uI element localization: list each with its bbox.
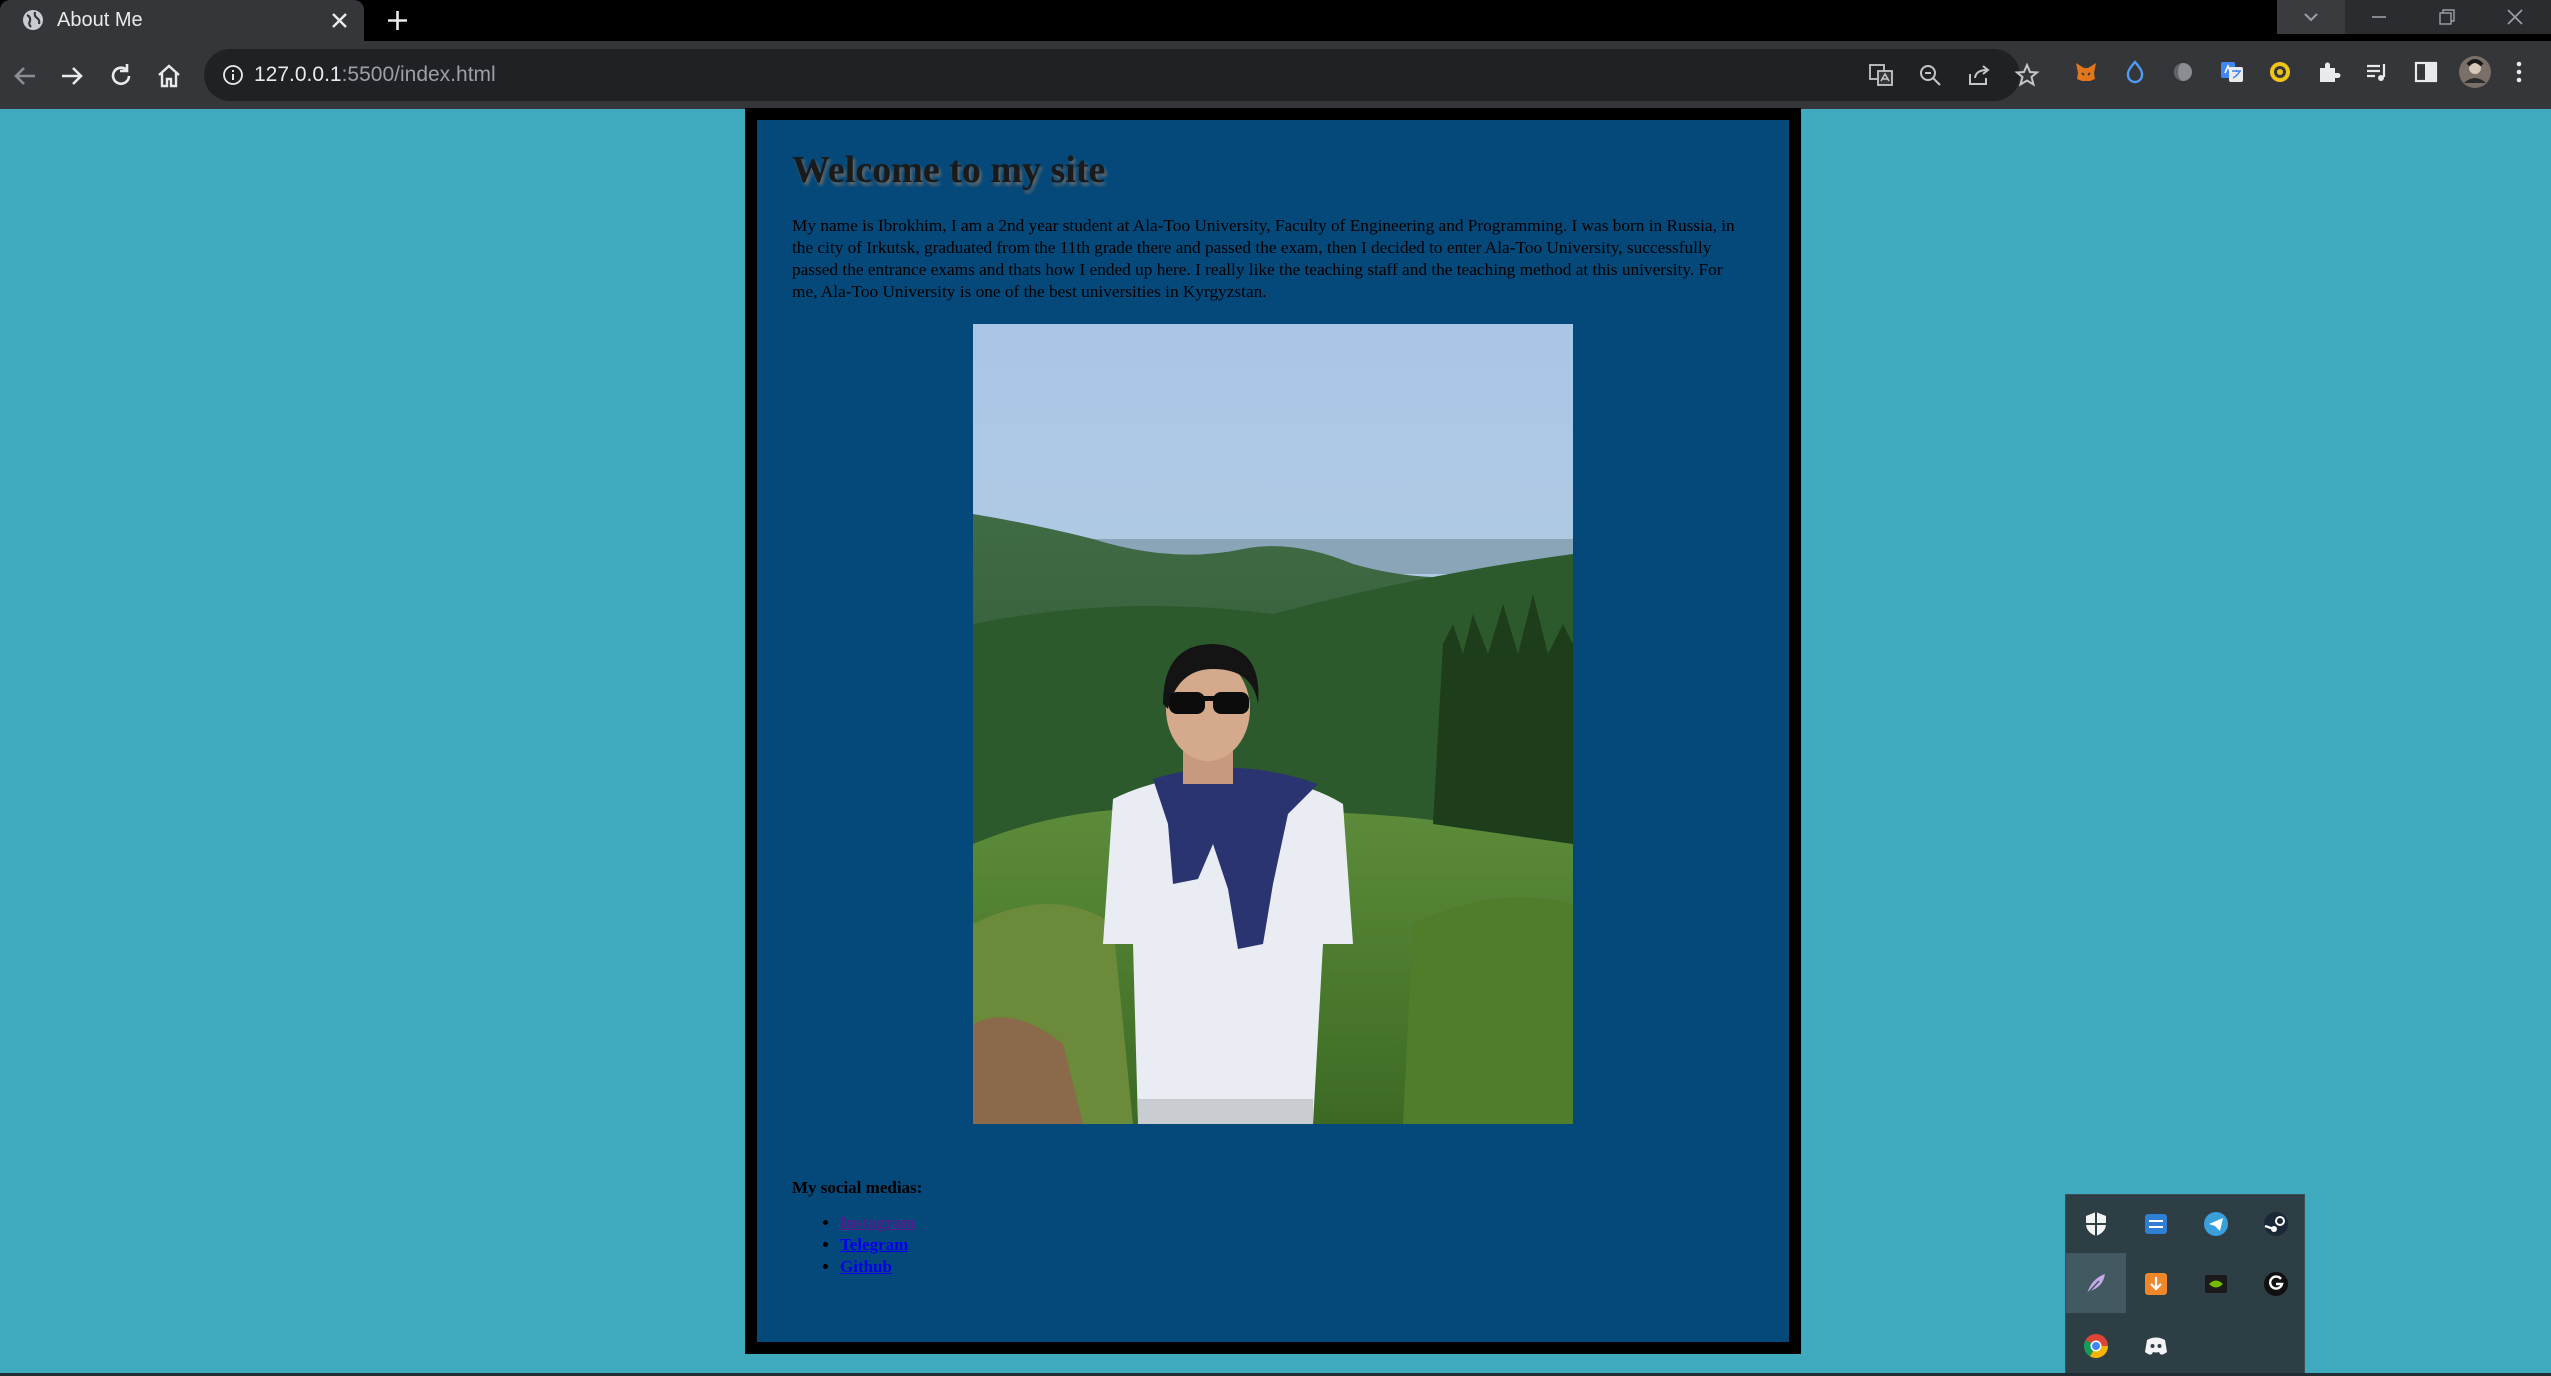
telegram-icon[interactable]	[2201, 1209, 2231, 1239]
restore-button[interactable]	[2413, 0, 2481, 34]
new-tab-icon[interactable]	[385, 8, 410, 33]
url-text[interactable]: 127.0.0.1:5500/index.html	[254, 49, 496, 101]
forward-arrow-icon[interactable]	[57, 61, 87, 91]
info-icon[interactable]	[222, 64, 244, 86]
share-icon[interactable]	[1966, 62, 1992, 88]
chrome-icon[interactable]	[2081, 1331, 2111, 1361]
nvidia-icon[interactable]	[2201, 1269, 2231, 1299]
feather-icon[interactable]	[2081, 1269, 2111, 1299]
home-icon[interactable]	[154, 61, 184, 91]
url-path: :5500/index.html	[341, 63, 496, 86]
social-links-list: Instagram Telegram Github	[840, 1212, 916, 1278]
shield-icon[interactable]	[2081, 1209, 2111, 1239]
tab-title: About Me	[57, 9, 143, 31]
browser-tab[interactable]: About Me	[0, 0, 364, 41]
bookmark-star-icon[interactable]	[2014, 62, 2040, 88]
translate-icon[interactable]	[1868, 62, 1894, 88]
discord-icon[interactable]	[2141, 1331, 2171, 1361]
reload-icon[interactable]	[106, 61, 136, 91]
close-icon	[2507, 9, 2523, 25]
globe-icon	[23, 10, 43, 30]
address-bar[interactable]: 127.0.0.1:5500/index.html	[204, 49, 2040, 101]
raindrop-icon[interactable]	[2122, 59, 2148, 85]
minimize-button[interactable]	[2345, 0, 2413, 34]
content-card-border: Welcome to my site My name is Ibrokhim, …	[745, 108, 1801, 1354]
browser-tab-strip: About Me	[0, 0, 2551, 41]
extensions-puzzle-icon[interactable]	[2316, 59, 2342, 85]
page-title: Welcome to my site	[792, 149, 1106, 191]
restore-icon	[2439, 9, 2455, 25]
zoom-icon[interactable]	[1917, 62, 1943, 88]
list-item: Github	[840, 1256, 916, 1278]
network-adapter-icon[interactable]	[2141, 1209, 2171, 1239]
minimize-icon	[2372, 16, 2386, 18]
content-card: Welcome to my site My name is Ibrokhim, …	[757, 120, 1789, 1342]
media-queue-icon[interactable]	[2364, 59, 2390, 85]
chevron-down-icon	[2304, 13, 2318, 22]
social-heading: My social medias:	[792, 1178, 923, 1197]
coin-icon[interactable]	[2267, 59, 2293, 85]
browser-toolbar: 127.0.0.1:5500/index.html	[0, 41, 2551, 109]
intro-paragraph: My name is Ibrokhim, I am a 2nd year stu…	[792, 216, 1735, 301]
list-item: Telegram	[840, 1234, 916, 1256]
orange-app-icon[interactable]	[2141, 1269, 2171, 1299]
telegram-link[interactable]: Telegram	[840, 1235, 908, 1254]
google-translate-icon[interactable]	[2219, 59, 2245, 85]
profile-photo-image	[973, 324, 1573, 1124]
metamask-fox-icon[interactable]	[2073, 59, 2099, 85]
system-tray-overflow	[2065, 1194, 2305, 1376]
close-tab-icon[interactable]	[330, 11, 349, 30]
tab-search-button[interactable]	[2277, 0, 2345, 34]
close-window-button[interactable]	[2481, 0, 2551, 34]
github-link[interactable]: Github	[840, 1257, 892, 1276]
list-item: Instagram	[840, 1212, 916, 1234]
profile-photo	[973, 324, 1573, 1124]
more-menu-icon[interactable]	[2506, 59, 2532, 85]
logitech-g-icon[interactable]	[2261, 1269, 2291, 1299]
back-arrow-icon[interactable]	[10, 61, 40, 91]
steam-icon[interactable]	[2261, 1209, 2291, 1239]
profile-avatar[interactable]	[2458, 55, 2492, 89]
url-host: 127.0.0.1	[254, 63, 342, 86]
side-panel-icon[interactable]	[2413, 59, 2439, 85]
instagram-link[interactable]: Instagram	[840, 1213, 916, 1232]
dark-mode-icon[interactable]	[2170, 59, 2196, 85]
